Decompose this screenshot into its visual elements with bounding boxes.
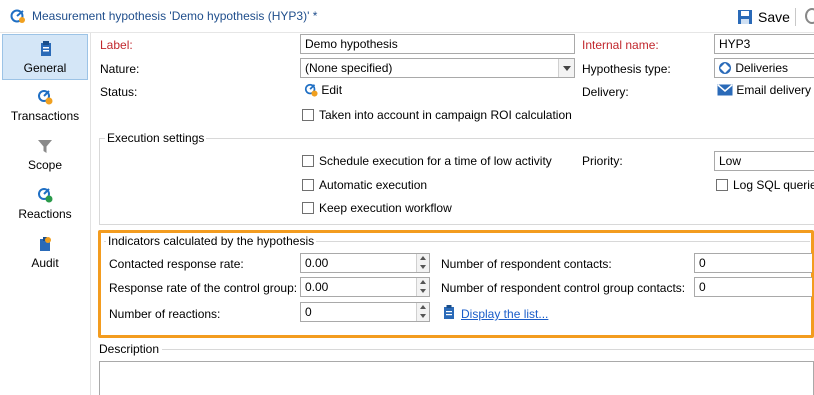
keep-workflow-checkbox[interactable]: Keep execution workflow <box>302 201 452 215</box>
control-rate-label: Response rate of the control group: <box>109 281 298 295</box>
respondent-control-label: Number of respondent control group conta… <box>441 281 686 295</box>
filter-icon <box>38 140 52 153</box>
respondent-control-field[interactable]: 0 <box>694 277 812 297</box>
control-rate-value: 0.00 <box>305 280 329 294</box>
sidebar-item-label: General <box>23 61 67 75</box>
delivery-value: Email delivery <box>736 83 812 97</box>
priority-value: Low <box>719 154 742 168</box>
internal-name-value: HYP3 <box>719 37 751 51</box>
indicators-title: Indicators calculated by the hypothesis <box>106 234 317 248</box>
sidebar-item-label: Transactions <box>10 109 80 123</box>
label-label: Label: <box>100 38 133 52</box>
nature-label: Nature: <box>100 62 140 76</box>
label-field-value: Demo hypothesis <box>305 37 398 51</box>
status-edit-icon <box>304 83 318 97</box>
status-value: Edit <box>321 83 343 97</box>
save-icon <box>738 10 752 24</box>
execution-settings-title: Execution settings <box>105 131 207 145</box>
more-icon[interactable] <box>805 8 814 24</box>
checkbox-box[interactable] <box>716 179 728 191</box>
reactions-icon <box>38 188 53 203</box>
general-icon <box>41 41 51 56</box>
save-button[interactable]: Save <box>737 7 790 27</box>
label-field[interactable]: Demo hypothesis <box>300 34 575 54</box>
respondent-contacts-field[interactable]: 0 <box>694 253 812 273</box>
checkbox-box[interactable] <box>302 155 314 167</box>
keep-workflow-checkbox-label: Keep execution workflow <box>319 201 452 215</box>
chevron-down-icon[interactable] <box>558 59 574 77</box>
respondent-contacts-value: 0 <box>699 256 706 270</box>
reactions-field[interactable]: 0 <box>300 302 430 322</box>
spin-buttons[interactable] <box>416 278 429 296</box>
hypothesis-type-label: Hypothesis type: <box>582 62 671 76</box>
log-sql-checkbox-label: Log SQL queries <box>733 178 814 192</box>
respondent-contacts-label: Number of respondent contacts: <box>441 257 612 271</box>
schedule-low-activity-checkbox[interactable]: Schedule execution for a time of low act… <box>302 154 552 168</box>
priority-select[interactable]: Low <box>714 151 814 171</box>
description-textarea[interactable] <box>99 361 814 395</box>
roi-checkbox[interactable]: Taken into account in campaign ROI calcu… <box>302 108 572 122</box>
log-sql-checkbox[interactable]: Log SQL queries <box>716 178 814 192</box>
delivery-link[interactable]: Email delivery <box>714 81 814 101</box>
execution-settings-group <box>99 138 814 225</box>
status-field: Edit <box>300 81 575 101</box>
automatic-checkbox-label: Automatic execution <box>319 178 428 192</box>
sidebar-item-reactions[interactable]: Reactions <box>2 181 88 227</box>
checkbox-box[interactable] <box>302 109 314 121</box>
checkbox-box[interactable] <box>302 202 314 214</box>
email-icon <box>717 84 733 96</box>
schedule-checkbox-label: Schedule execution for a time of low act… <box>319 154 552 168</box>
transactions-icon <box>38 90 53 105</box>
reactions-value: 0 <box>305 305 312 319</box>
sidebar-item-label: Reactions <box>18 207 72 221</box>
nature-select[interactable]: (None specified) <box>300 58 575 78</box>
control-rate-field[interactable]: 0.00 <box>300 277 430 297</box>
spin-buttons[interactable] <box>416 303 429 321</box>
contacted-rate-field[interactable]: 0.00 <box>300 253 430 273</box>
contacted-rate-label: Contacted response rate: <box>109 257 244 271</box>
contacted-rate-value: 0.00 <box>305 256 329 270</box>
checkbox-box[interactable] <box>302 179 314 191</box>
hypothesis-type-field[interactable]: Deliveries <box>714 58 814 78</box>
display-list-link[interactable]: Display the list... <box>461 307 548 321</box>
sidebar-item-label: Audit <box>31 256 59 270</box>
reactions-label: Number of reactions: <box>109 307 221 321</box>
hypothesis-type-value: Deliveries <box>735 61 789 75</box>
description-divider <box>162 349 814 350</box>
audit-icon <box>40 237 51 251</box>
toolbar-separator <box>795 8 796 26</box>
delivery-label: Delivery: <box>582 85 629 99</box>
sidebar-item-label: Scope <box>27 158 63 172</box>
automatic-execution-checkbox[interactable]: Automatic execution <box>302 178 427 192</box>
deliveries-icon <box>719 62 731 74</box>
sidebar-item-general[interactable]: General <box>2 34 88 80</box>
spin-buttons[interactable] <box>416 254 429 272</box>
internal-name-label: Internal name: <box>582 38 659 52</box>
respondent-control-value: 0 <box>699 280 706 294</box>
nature-value: (None specified) <box>305 61 393 75</box>
window-title: Measurement hypothesis 'Demo hypothesis … <box>32 9 318 23</box>
internal-name-field[interactable]: HYP3 <box>714 34 814 54</box>
title-bar: Measurement hypothesis 'Demo hypothesis … <box>0 0 814 33</box>
roi-checkbox-label: Taken into account in campaign ROI calcu… <box>319 108 572 122</box>
description-label: Description <box>99 342 160 356</box>
sidebar-item-audit[interactable]: Audit <box>2 230 88 276</box>
priority-label: Priority: <box>582 154 623 168</box>
sidebar-item-transactions[interactable]: Transactions <box>2 83 88 129</box>
save-label: Save <box>758 9 790 25</box>
sidebar-item-scope[interactable]: Scope <box>2 132 88 178</box>
sidebar: General Transactions Scope Reactions Aud… <box>0 33 91 395</box>
hypothesis-icon <box>10 9 25 23</box>
status-label: Status: <box>100 85 138 99</box>
list-icon[interactable] <box>443 305 455 319</box>
